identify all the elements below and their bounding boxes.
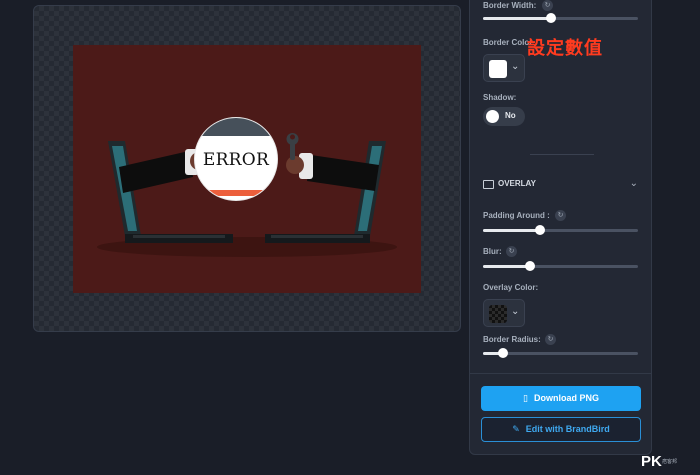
settings-panel: Border Width: ↻ Border Color ⌄ Shadow: N… (469, 0, 652, 455)
slider-thumb[interactable] (524, 261, 535, 271)
overlay-color-swatch (489, 305, 507, 323)
border-width-slider[interactable] (483, 13, 638, 23)
overlay-color-label: Overlay Color: (483, 283, 539, 292)
edit-button-label: Edit with BrandBird (525, 424, 610, 434)
error-text: ERROR (202, 150, 270, 170)
watermark-logo: PK (641, 453, 662, 470)
overlay-color-picker[interactable]: ⌄ (483, 299, 525, 327)
watermark-subtext: 痞客邦 (662, 459, 678, 465)
border-color-label: Border Color (483, 38, 533, 47)
badge-top-strip (195, 118, 277, 136)
reset-blur-icon[interactable]: ↻ (506, 246, 517, 257)
image-icon (483, 180, 494, 189)
section-divider (530, 154, 594, 155)
edit-with-brandbird-button[interactable]: ✎ Edit with BrandBird (481, 417, 641, 442)
blur-label: Blur: (483, 247, 502, 256)
reset-border-radius-icon[interactable]: ↻ (545, 334, 556, 345)
annotation-text: 設定數值 (527, 38, 603, 58)
blur-slider[interactable] (483, 261, 638, 271)
border-width-label: Border Width: (483, 1, 537, 10)
shadow-toggle[interactable]: No (483, 107, 525, 126)
overlay-section-header[interactable]: OVERLAY ⌄ (483, 178, 638, 192)
padding-around-label: Padding Around : (483, 211, 550, 220)
slider-thumb[interactable] (498, 348, 509, 358)
pencil-icon: ✎ (512, 424, 520, 434)
border-radius-label: Border Radius: (483, 335, 541, 344)
border-color-swatch (489, 60, 507, 78)
chevron-down-icon: ⌄ (629, 178, 638, 189)
error-badge: ERROR (194, 117, 278, 201)
slider-thumb[interactable] (535, 225, 546, 235)
slider-fill (483, 229, 541, 232)
reset-border-width-icon[interactable]: ↻ (542, 0, 553, 11)
file-icon: ▯ (523, 393, 528, 403)
padding-around-slider[interactable] (483, 225, 638, 235)
overlay-section-title: OVERLAY (498, 179, 536, 188)
toggle-knob (486, 110, 499, 123)
image-preview: ERROR (73, 45, 421, 293)
border-color-picker[interactable]: ⌄ (483, 54, 525, 82)
slider-fill (483, 17, 552, 20)
chevron-down-icon: ⌄ (511, 61, 520, 72)
reset-padding-icon[interactable]: ↻ (555, 210, 566, 221)
slider-fill (483, 265, 530, 268)
border-radius-slider[interactable] (483, 348, 638, 358)
chevron-down-icon: ⌄ (511, 306, 520, 317)
slider-thumb[interactable] (546, 13, 557, 23)
download-button-label: Download PNG (533, 393, 599, 403)
panel-separator (470, 373, 651, 374)
shadow-label: Shadow: (483, 93, 517, 102)
shadow-toggle-label: No (505, 111, 516, 120)
badge-bottom-strip (205, 190, 267, 196)
download-png-button[interactable]: ▯ Download PNG (481, 386, 641, 411)
